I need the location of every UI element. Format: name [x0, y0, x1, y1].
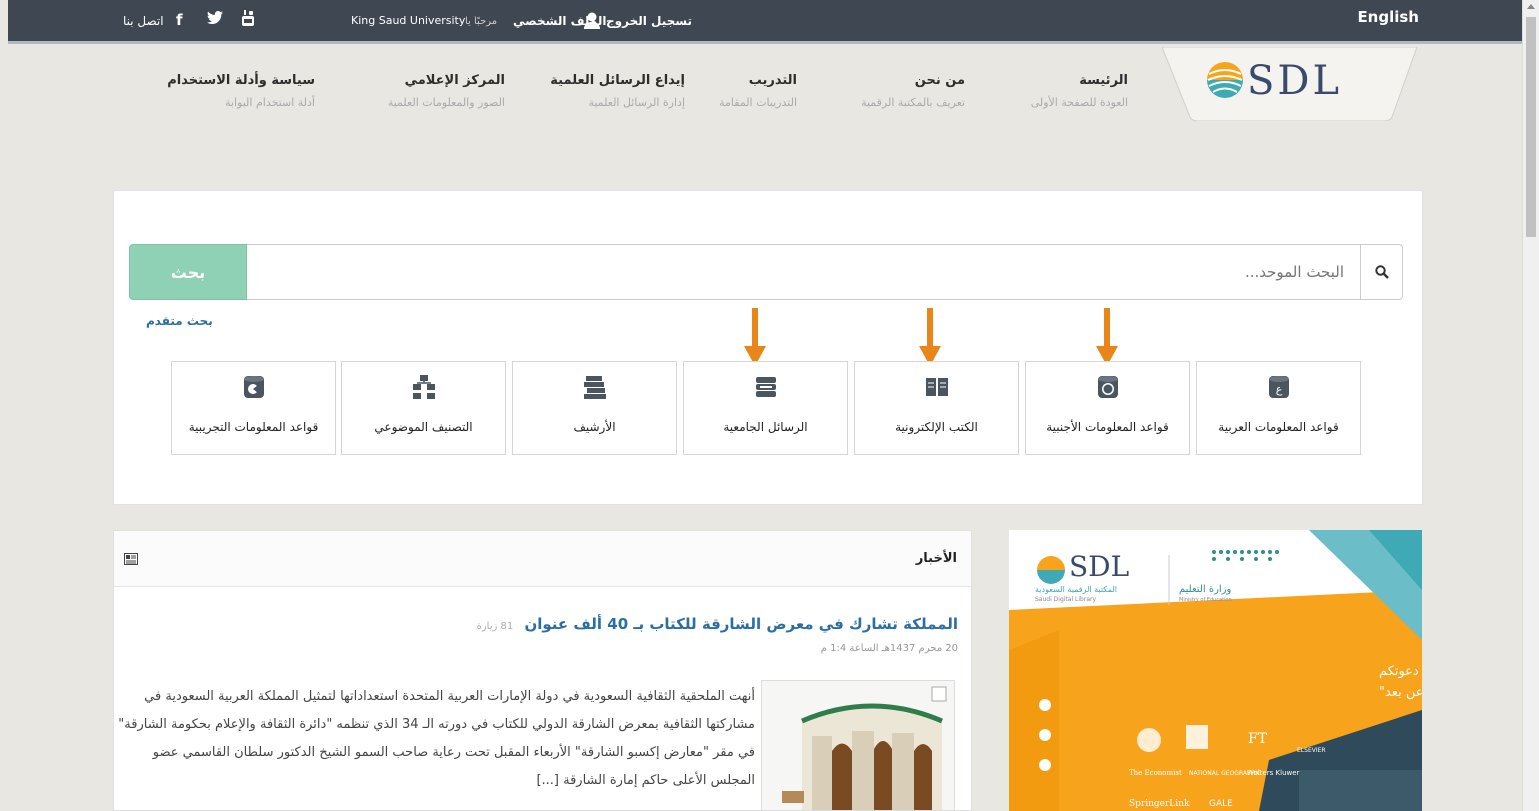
nav-thesis-deposit[interactable]: إيداع الرسائل العلمية إدارة الرسائل العل… [550, 73, 685, 109]
highlight-arrow-icon [744, 308, 766, 366]
nav-item-title: الرئيسة [1079, 73, 1128, 88]
tile-ebooks[interactable]: الكتب الإلكترونية [854, 361, 1019, 455]
promo-partner-ft: FT [1248, 731, 1268, 747]
scrollbar-thumb[interactable] [1526, 17, 1536, 237]
tile-archive[interactable]: الأرشيف [512, 361, 677, 455]
trial-db-icon [243, 376, 264, 398]
tile-label: قواعد المعلومات التجريبية [188, 420, 319, 434]
nav-item-subtitle: التدريبات المقامة [719, 96, 797, 109]
promo-partner-gale: GALE [1209, 799, 1233, 809]
youtube-icon[interactable] [241, 9, 255, 30]
promo-line-1: يسر المكتبة الرقمية السعودية دعوتكم [1379, 664, 1422, 679]
promo-ministry: وزارة التعليم [1179, 584, 1232, 595]
nav-item-title: المركز الإعلامي [404, 73, 505, 88]
promo-artwork: SDL المكتبة الرقمية السعودية Saudi Digit… [1009, 530, 1422, 811]
nav-item-title: سياسة وأدلة الاستخدام [167, 73, 315, 88]
highlight-arrow-icon [919, 308, 941, 366]
article-date: 20 محرم 1437هـ الساعة 1:4 م [820, 643, 958, 654]
tile-label: الكتب الإلكترونية [895, 420, 978, 434]
article-thumbnail[interactable] [761, 680, 955, 811]
tile-label: الأرشيف [573, 420, 616, 434]
page-scrollbar[interactable] [1522, 0, 1539, 811]
article-body: أنهت الملحقية الثقافية السعودية في دولة … [118, 689, 755, 788]
nav-item-subtitle: الصور والمعلومات العلمية [387, 96, 505, 109]
promo-sdl-logo: SDL [1069, 550, 1129, 583]
article-views: 81 زيارة [476, 621, 514, 632]
sdl-logo[interactable]: SDL [1247, 58, 1342, 104]
english-language-link[interactable]: English [1357, 8, 1419, 26]
nav-item-subtitle: العودة للصفحة الأولى [1030, 96, 1128, 109]
tile-label: قواعد المعلومات العربية [1218, 420, 1339, 434]
ebook-icon [925, 378, 948, 396]
promo-line-2: للتسجيل في الدورات الإلكترونية "عن بعد" [1379, 685, 1422, 700]
archive-icon [583, 376, 606, 399]
classification-icon [412, 375, 435, 399]
promo-partner-springer: SpringerLink [1129, 799, 1190, 809]
top-bar: اتصل بنا f King Saud University مرحبًا ي… [8, 0, 1523, 44]
nav-item-subtitle: تعريف بالمكتبة الرقمية [861, 96, 965, 109]
logout-link[interactable]: تسجيل الخروج [606, 14, 692, 28]
twitter-icon[interactable] [207, 11, 223, 28]
nav-item-subtitle: أدلة استخدام البوابة [225, 96, 315, 109]
nav-item-title: إيداع الرسائل العلمية [550, 73, 685, 88]
promo-library-name-en: Saudi Digital Library [1035, 596, 1096, 603]
arabic-db-icon: ع [1268, 376, 1289, 398]
nav-about[interactable]: من نحن تعريف بالمكتبة الرقمية [861, 73, 965, 109]
exhibition-booth-image [762, 681, 954, 810]
sdl-globe-icon [1205, 60, 1245, 102]
thesis-icon [755, 377, 776, 397]
university-name: King Saud University [351, 14, 466, 27]
highlight-arrow-icon [1096, 308, 1118, 366]
promo-library-name: المكتبة الرقمية السعودية [1035, 585, 1117, 594]
tile-arabic-databases[interactable]: ع قواعد المعلومات العربية [1196, 361, 1361, 455]
nav-training[interactable]: التدريب التدريبات المقامة [719, 73, 797, 109]
promo-partner-economist: The Economist [1129, 769, 1182, 777]
nav-media-center[interactable]: المركز الإعلامي الصور والمعلومات العلمية [388, 73, 505, 109]
facebook-icon[interactable]: f [176, 11, 183, 29]
foreign-db-icon [1097, 376, 1118, 398]
advanced-search-link[interactable]: بحث متقدم [146, 314, 213, 328]
article-headline[interactable]: المملكة تشارك في معرض الشارقة للكتاب بـ … [477, 615, 958, 633]
news-title: الأخبار [915, 551, 957, 566]
nav-item-title: التدريب [748, 73, 797, 88]
nav-item-subtitle: إدارة الرسائل العلمية [588, 96, 685, 109]
svg-text:ع: ع [1275, 383, 1282, 396]
tile-foreign-databases[interactable]: قواعد المعلومات الأجنبية [1025, 361, 1190, 455]
search-icon[interactable] [1360, 244, 1403, 300]
tile-subject-classification[interactable]: التصنيف الموضوعي [341, 361, 506, 455]
promo-partner-elsevier: ELSEVIER [1297, 747, 1326, 754]
contact-link[interactable]: اتصل بنا [123, 14, 164, 28]
search-panel [113, 190, 1423, 505]
promo-partner-wolters: Wolters Kluwer [1247, 769, 1300, 777]
promo-banner[interactable]: SDL المكتبة الرقمية السعودية Saudi Digit… [1009, 530, 1422, 811]
newspaper-icon[interactable] [124, 550, 138, 569]
nav-usage-policy[interactable]: سياسة وأدلة الاستخدام أدلة استخدام البوا… [167, 73, 315, 109]
user-icon[interactable] [583, 11, 601, 32]
tile-label: الرسائل الجامعية [723, 420, 808, 434]
tile-label: التصنيف الموضوعي [374, 420, 473, 434]
nav-home[interactable]: الرئيسة العودة للصفحة الأولى [1031, 73, 1128, 109]
scroll-up-arrow-icon[interactable] [1527, 4, 1535, 9]
welcome-text: مرحبًا يا [465, 16, 498, 27]
article-headline-text[interactable]: المملكة تشارك في معرض الشارقة للكتاب بـ … [524, 615, 958, 633]
unified-search-bar: بحث [129, 244, 1403, 300]
tile-trial-databases[interactable]: قواعد المعلومات التجريبية [171, 361, 336, 455]
promo-ministry-en: Ministry of Education [1179, 597, 1232, 603]
search-button[interactable]: بحث [129, 244, 247, 300]
news-header: الأخبار [114, 531, 971, 587]
unified-search-input[interactable] [247, 244, 1360, 300]
nav-item-title: من نحن [914, 73, 965, 88]
tile-theses[interactable]: الرسائل الجامعية [683, 361, 848, 455]
tile-label: قواعد المعلومات الأجنبية [1046, 420, 1169, 434]
